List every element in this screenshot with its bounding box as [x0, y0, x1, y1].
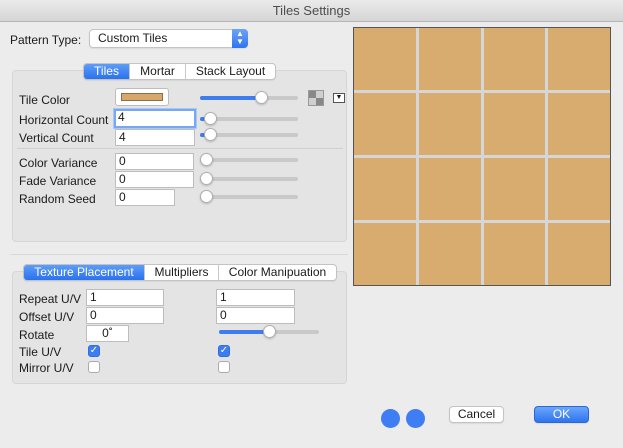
color-variance-label: Color Variance — [19, 156, 98, 170]
chevron-up-down-icon: ▲ ▼ — [232, 29, 248, 48]
rotate-label: Rotate — [19, 328, 55, 342]
tile-color-well[interactable] — [115, 88, 169, 106]
repeat-uv-label: Repeat U/V — [19, 292, 82, 306]
tile-tabs: Tiles Mortar Stack Layout — [83, 63, 276, 80]
color-variance-slider[interactable] — [200, 153, 298, 166]
preview-tile — [483, 28, 546, 90]
mirror-uv-label: Mirror U/V — [19, 361, 74, 375]
horizontal-count-input[interactable]: 4 — [114, 109, 196, 128]
tab-mortar[interactable]: Mortar — [130, 64, 186, 79]
fade-variance-slider[interactable] — [200, 172, 298, 185]
offset-v-input[interactable]: 0 — [216, 307, 295, 324]
offset-u-input[interactable]: 0 — [86, 307, 164, 324]
pattern-type-label: Pattern Type: — [10, 33, 82, 47]
horizontal-count-slider[interactable] — [200, 112, 298, 125]
ok-button[interactable]: OK — [534, 406, 589, 423]
horizontal-count-label: Horizontal Count — [19, 113, 109, 127]
fade-variance-input[interactable]: 0 — [115, 171, 194, 188]
repeat-u-input[interactable]: 1 — [86, 289, 164, 306]
preview-tile — [354, 93, 416, 155]
random-seed-label: Random Seed — [19, 192, 96, 206]
tab-multipliers[interactable]: Multipliers — [145, 265, 219, 280]
progress-dot-icon — [381, 409, 400, 428]
mirror-u-checkbox[interactable] — [88, 361, 100, 373]
preview-tile — [548, 158, 610, 220]
progress-dot-icon — [406, 409, 425, 428]
preview-tile — [483, 93, 546, 155]
mirror-v-checkbox[interactable] — [218, 361, 230, 373]
tile-color-slider[interactable] — [200, 91, 298, 104]
tile-color-swatch — [121, 93, 163, 101]
offset-uv-label: Offset U/V — [19, 310, 75, 324]
tab-stack-layout[interactable]: Stack Layout — [186, 64, 275, 79]
preview-tile — [354, 28, 416, 90]
color-variance-input[interactable]: 0 — [115, 153, 194, 170]
tab-tiles[interactable]: Tiles — [84, 64, 130, 79]
preview-tile — [548, 28, 610, 90]
preview-tile — [548, 223, 610, 285]
random-seed-slider[interactable] — [200, 190, 298, 203]
pattern-type-select[interactable]: Custom Tiles ▲ ▼ — [89, 29, 248, 48]
texture-tabs: Texture Placement Multipliers Color Mani… — [23, 264, 337, 281]
preview-tile — [354, 223, 416, 285]
texture-pattern-icon[interactable] — [308, 90, 324, 106]
divider — [10, 254, 348, 255]
preview-tile — [418, 223, 481, 285]
tile-v-checkbox[interactable]: ✓ — [218, 345, 230, 357]
fade-variance-label: Fade Variance — [19, 174, 97, 188]
vertical-count-input[interactable]: 4 — [115, 129, 195, 146]
dropdown-arrow-icon[interactable]: ▼ — [333, 93, 345, 103]
tile-u-checkbox[interactable]: ✓ — [88, 345, 100, 357]
tile-color-label: Tile Color — [19, 93, 70, 107]
preview-tile — [354, 158, 416, 220]
divider — [17, 148, 343, 149]
window-title: Tiles Settings — [0, 0, 623, 22]
preview-tile — [418, 93, 481, 155]
tab-color-manipulation[interactable]: Color Manipuation — [219, 265, 336, 280]
vertical-count-label: Vertical Count — [19, 131, 94, 145]
repeat-v-input[interactable]: 1 — [216, 289, 295, 306]
preview-tile — [483, 223, 546, 285]
preview-tile — [418, 158, 481, 220]
random-seed-input[interactable]: 0 — [115, 189, 175, 206]
rotate-input[interactable]: 0˚ — [86, 325, 129, 342]
tab-texture-placement[interactable]: Texture Placement — [24, 265, 145, 280]
vertical-count-slider[interactable] — [200, 128, 298, 141]
preview-tile — [548, 93, 610, 155]
cancel-button[interactable]: Cancel — [449, 406, 504, 423]
preview-tile — [483, 158, 546, 220]
preview-tile — [418, 28, 481, 90]
pattern-type-value: Custom Tiles — [98, 31, 168, 45]
tile-preview — [353, 27, 611, 286]
rotate-slider[interactable] — [219, 325, 319, 338]
tile-uv-label: Tile U/V — [19, 345, 62, 359]
